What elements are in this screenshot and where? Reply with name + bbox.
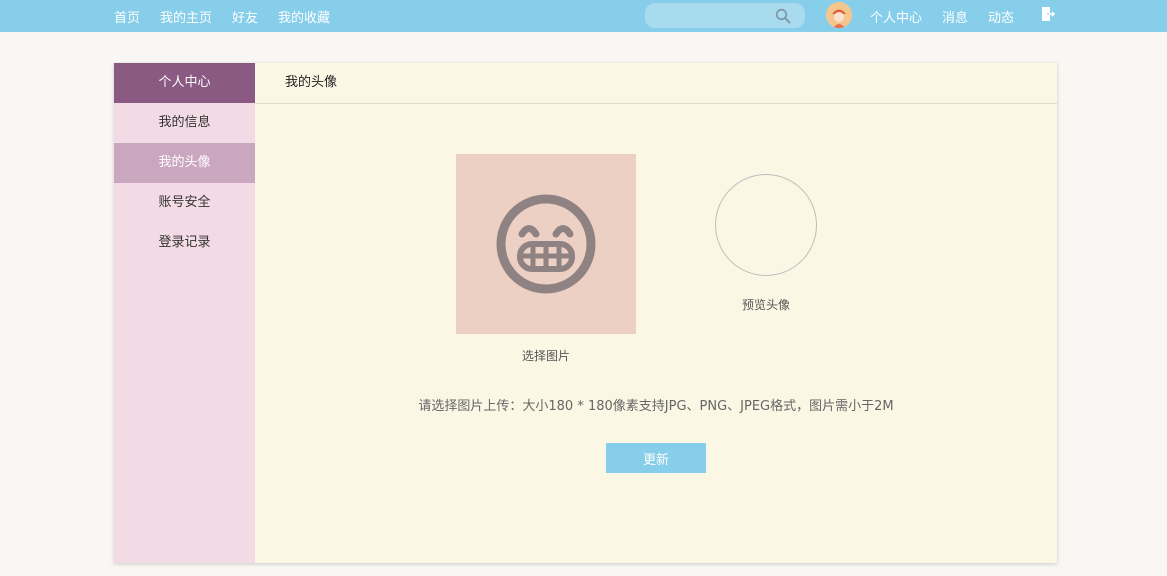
nav-home[interactable]: 首页: [114, 7, 140, 26]
search-box: [645, 3, 805, 30]
nav-messages[interactable]: 消息: [942, 7, 968, 26]
grin-face-icon: [496, 194, 596, 294]
nav-personal-center[interactable]: 个人中心: [870, 7, 922, 26]
select-image-label: 选择图片: [521, 349, 570, 363]
user-avatar[interactable]: [826, 2, 852, 28]
page-title: 我的头像: [255, 63, 1057, 104]
sidebar-title: 个人中心: [114, 63, 255, 103]
nav-activity[interactable]: 动态: [988, 7, 1014, 26]
nav-right-links: 个人中心 消息 动态: [870, 0, 1034, 32]
nav-favorites[interactable]: 我的收藏: [278, 7, 330, 26]
sidebar-item-login-records[interactable]: 登录记录: [114, 223, 255, 263]
top-navbar: 首页 我的主页 好友 我的收藏 个人中心 消息 动态: [0, 0, 1167, 32]
upload-hint: 请选择图片上传：大小180 * 180像素支持JPG、PNG、JPEG格式，图片…: [418, 399, 894, 414]
nav-my-homepage[interactable]: 我的主页: [160, 7, 212, 26]
sidebar-item-my-avatar[interactable]: 我的头像: [114, 143, 255, 183]
update-button[interactable]: 更新: [606, 443, 706, 473]
avatar-preview: [715, 174, 817, 276]
search-icon[interactable]: [775, 8, 791, 28]
nav-friends[interactable]: 好友: [232, 7, 258, 26]
content-area: 我的头像 选择图片 预览头像 请选择图片上传：大小180 * 180像素支持JP…: [255, 63, 1057, 563]
logout-icon[interactable]: [1041, 6, 1056, 26]
select-image-box[interactable]: [456, 154, 636, 334]
preview-label: 预览头像: [741, 298, 790, 312]
sidebar-item-account-security[interactable]: 账号安全: [114, 183, 255, 223]
search-input[interactable]: [655, 3, 779, 30]
sidebar-item-my-info[interactable]: 我的信息: [114, 103, 255, 143]
nav-left-links: 首页 我的主页 好友 我的收藏: [114, 0, 350, 32]
sidebar: 个人中心 我的信息 我的头像 账号安全 登录记录: [114, 63, 255, 563]
main-panel: 个人中心 我的信息 我的头像 账号安全 登录记录 我的头像 选择图片 预览头像 …: [114, 63, 1057, 563]
